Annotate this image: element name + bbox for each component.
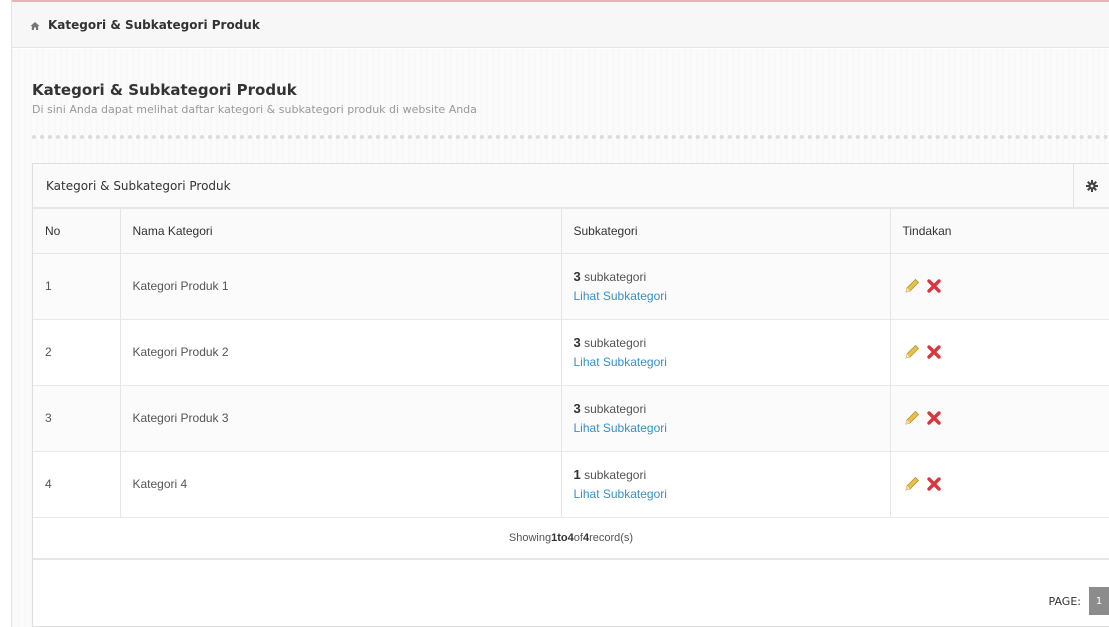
row-actions: [890, 385, 1109, 452]
row-category-name: Kategori 4: [120, 451, 562, 518]
gear-icon: [1085, 179, 1098, 192]
delete-x-icon[interactable]: [925, 409, 943, 427]
subcategory-count: 1 subkategori: [573, 467, 647, 482]
table-row: 3 Kategori Produk 3 3 subkategori Lihat …: [33, 385, 1109, 452]
category-table: No Nama Kategori Subkategori Tindakan 1 …: [33, 209, 1109, 518]
row-subcategory: 3 subkategori Lihat Subkategori: [561, 319, 891, 386]
column-header-actions: Tindakan: [890, 209, 1109, 254]
table-row: 2 Kategori Produk 2 3 subkategori Lihat …: [33, 319, 1109, 386]
breadcrumb: Kategori & Subkategori Produk: [12, 2, 1109, 48]
table-row: 4 Kategori 4 1 subkategori Lihat Subkate…: [33, 451, 1109, 518]
row-subcategory: 3 subkategori Lihat Subkategori: [561, 253, 891, 320]
subcategory-count: 3 subkategori: [573, 401, 647, 416]
column-header-name: Nama Kategori: [120, 209, 562, 254]
pager-label: PAGE:: [1048, 594, 1081, 608]
pencil-icon[interactable]: [903, 475, 921, 493]
home-icon[interactable]: [30, 20, 40, 30]
left-rule: [0, 0, 12, 627]
row-no: 2: [33, 319, 121, 386]
pager-area: PAGE: 1: [33, 567, 1109, 626]
page-subtitle: Di sini Anda dapat melihat daftar katego…: [32, 103, 477, 116]
row-subcategory: 1 subkategori Lihat Subkategori: [561, 451, 891, 518]
main-content: Kategori & Subkategori Produk Di sini An…: [12, 49, 1109, 627]
subcategory-count: 3 subkategori: [573, 335, 647, 350]
breadcrumb-current[interactable]: Kategori & Subkategori Produk: [48, 18, 260, 32]
pencil-icon[interactable]: [903, 409, 921, 427]
row-category-name: Kategori Produk 2: [120, 319, 562, 386]
row-category-name: Kategori Produk 1: [120, 253, 562, 320]
view-subcategory-link[interactable]: Lihat Subkategori: [574, 421, 890, 435]
dotted-divider: [32, 135, 1109, 139]
pagination: PAGE: 1: [1049, 587, 1109, 615]
table-header-row: No Nama Kategori Subkategori Tindakan: [33, 209, 1109, 254]
delete-x-icon[interactable]: [925, 343, 943, 361]
view-subcategory-link[interactable]: Lihat Subkategori: [574, 487, 890, 501]
row-actions: [890, 253, 1109, 320]
pencil-icon[interactable]: [903, 277, 921, 295]
panel-header: Kategori & Subkategori Produk: [33, 164, 1109, 209]
row-actions: [890, 319, 1109, 386]
row-no: 3: [33, 385, 121, 452]
subcategory-count: 3 subkategori: [573, 269, 647, 284]
page-title: Kategori & Subkategori Produk: [32, 81, 297, 99]
page-1-button[interactable]: 1: [1089, 587, 1109, 615]
delete-x-icon[interactable]: [925, 475, 943, 493]
record-summary: Showing 1 to 4 of 4 record(s): [33, 517, 1109, 560]
settings-button[interactable]: [1073, 164, 1109, 207]
row-no: 1: [33, 253, 121, 320]
column-header-no: No: [33, 209, 121, 254]
panel-title: Kategori & Subkategori Produk: [46, 178, 231, 193]
category-panel: Kategori & Subkategori Produk No Nama Ka…: [32, 163, 1109, 627]
row-subcategory: 3 subkategori Lihat Subkategori: [561, 385, 891, 452]
delete-x-icon[interactable]: [925, 277, 943, 295]
column-header-subcategory: Subkategori: [561, 209, 891, 254]
pencil-icon[interactable]: [903, 343, 921, 361]
table-row: 1 Kategori Produk 1 3 subkategori Lihat …: [33, 253, 1109, 320]
view-subcategory-link[interactable]: Lihat Subkategori: [574, 355, 890, 369]
row-no: 4: [33, 451, 121, 518]
row-actions: [890, 451, 1109, 518]
page-header: Kategori & Subkategori Produk Di sini An…: [32, 81, 477, 116]
view-subcategory-link[interactable]: Lihat Subkategori: [574, 289, 890, 303]
row-category-name: Kategori Produk 3: [120, 385, 562, 452]
